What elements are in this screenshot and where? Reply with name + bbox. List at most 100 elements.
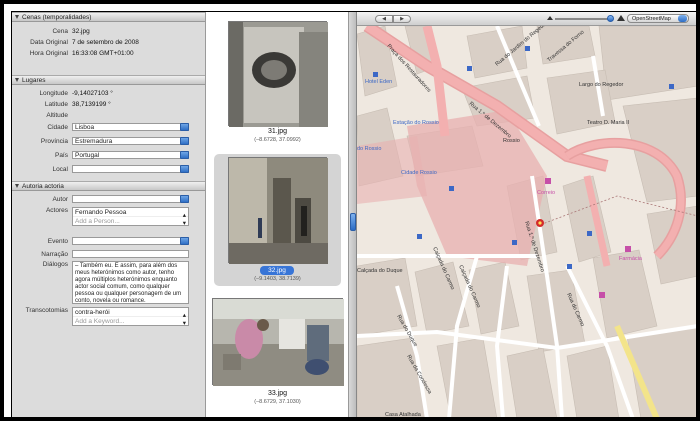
map-label-rossio-2: Rossio xyxy=(503,138,520,144)
cena-row: Cena 32.jpg xyxy=(12,26,205,36)
transcotomias-value: contra-herói xyxy=(73,308,188,317)
combo-arrow-icon[interactable] xyxy=(180,165,189,173)
local-row: Local xyxy=(12,164,205,174)
photo-32-image xyxy=(229,158,328,264)
map-label-duque: Calçada do Duque xyxy=(357,268,403,274)
actores-row: Actores Fernando Pessoa Add a Person... … xyxy=(12,207,205,227)
cidade-label: Cidade xyxy=(47,123,68,131)
provincia-combo[interactable]: Estremadura xyxy=(72,137,189,145)
combo-arrow-icon[interactable] xyxy=(180,151,189,159)
pais-value: Portugal xyxy=(75,151,100,159)
section-autoria-title: Autoria actoria xyxy=(22,182,64,190)
provincia-label: Província xyxy=(40,137,68,145)
thumbnail-32-coords: (–9.1403, 38.7139) xyxy=(254,276,301,282)
section-cenas-header[interactable]: Cenas (temporalidades) xyxy=(12,12,205,22)
zoom-out-icon[interactable] xyxy=(547,16,553,20)
app-window: Cenas (temporalidades) Cena 32.jpg Data … xyxy=(11,11,697,418)
autor-combo[interactable] xyxy=(72,195,189,203)
cidade-combo[interactable]: Lisboa xyxy=(72,123,189,131)
latitude-row: Latitude 38,7139199 ° xyxy=(12,99,205,109)
section-lugares-header[interactable]: Lugares xyxy=(12,75,205,85)
cidade-row: Cidade Lisboa xyxy=(12,122,205,132)
latitude-value: 38,7139199 ° xyxy=(72,100,111,108)
narracao-label: Narração xyxy=(41,250,68,258)
latitude-label: Latitude xyxy=(44,100,68,108)
thumbnail-31[interactable] xyxy=(228,21,328,127)
map-forward-button[interactable]: ▶ xyxy=(393,15,411,23)
map-label-eden: Hotel Eden xyxy=(365,79,392,85)
map-label-cidade-rossio: Cidade Rossio xyxy=(401,170,437,176)
zoom-slider[interactable] xyxy=(555,18,613,20)
pais-combo[interactable]: Portugal xyxy=(72,151,189,159)
splitter-handle[interactable] xyxy=(350,213,356,231)
autor-label: Autor xyxy=(52,195,68,203)
data-original-row: Data Original 7 de setembro de 2008 xyxy=(12,37,205,47)
evento-row: Evento xyxy=(12,236,205,246)
hora-original-label: Hora Original xyxy=(29,49,68,57)
section-cenas-title: Cenas (temporalidades) xyxy=(22,13,92,21)
transcotomias-row: Transcotomias contra-herói Add a Keyword… xyxy=(12,307,205,327)
actores-token-field[interactable]: Fernando Pessoa Add a Person... ▴ ▾ xyxy=(72,207,189,227)
dialogos-textarea[interactable]: – Também eu. E assim, para além dos meus… xyxy=(72,261,189,304)
longitude-value: -9,14027103 ° xyxy=(72,89,113,97)
stepper-icon[interactable]: ▴ ▾ xyxy=(183,211,186,227)
combo-arrow-icon[interactable] xyxy=(180,195,189,203)
disclosure-triangle-icon[interactable] xyxy=(15,15,19,19)
dialogos-label: Diálogos xyxy=(42,261,68,268)
thumbnail-32-caption: 32.jpg xyxy=(260,266,294,275)
pais-row: País Portugal xyxy=(12,150,205,160)
combo-arrow-icon[interactable] xyxy=(180,237,189,245)
combo-arrow-icon[interactable] xyxy=(180,123,189,131)
evento-combo[interactable] xyxy=(72,237,189,245)
map-label-atalaia: Casa Atalhada xyxy=(385,412,422,418)
cena-value: 32.jpg xyxy=(72,27,90,35)
map-canvas[interactable]: Hotel Eden Praça dos Restauradores Rua d… xyxy=(357,26,696,418)
map-toolbar: ◀ ▶ OpenStreetMap xyxy=(357,12,696,26)
evento-label: Evento xyxy=(47,237,68,245)
narracao-field[interactable] xyxy=(72,250,189,258)
map-type-select[interactable]: OpenStreetMap xyxy=(627,14,689,23)
map-label-estacao: Estação do Rossio xyxy=(393,120,439,126)
altitude-label: Altitude xyxy=(46,111,68,119)
section-autoria-header[interactable]: Autoria actoria xyxy=(12,181,205,191)
thumbnail-32[interactable] xyxy=(228,157,328,264)
zoom-in-icon[interactable] xyxy=(617,15,625,21)
map-back-button[interactable]: ◀ xyxy=(375,15,393,23)
stepper-icon[interactable]: ▴ ▾ xyxy=(183,311,186,327)
actores-placeholder[interactable]: Add a Person... xyxy=(73,217,188,226)
section-lugares-title: Lugares xyxy=(22,76,46,84)
map-label-regedor: Largo do Regedor xyxy=(579,82,624,88)
thumbnail-33-coords: (–8.6729, 37.1030) xyxy=(254,399,301,405)
provincia-row: Província Estremadura xyxy=(12,136,205,146)
longitude-row: Longitude -9,14027103 ° xyxy=(12,88,205,98)
select-arrow-icon[interactable] xyxy=(678,15,687,22)
local-combo[interactable] xyxy=(72,165,189,173)
altitude-row: Altitude xyxy=(12,110,205,120)
transcotomias-token-field[interactable]: contra-herói Add a Keyword... ▴ ▾ xyxy=(72,307,189,327)
disclosure-triangle-icon[interactable] xyxy=(15,78,19,82)
zoom-slider-knob[interactable] xyxy=(607,15,614,22)
map-label-correio: Correio xyxy=(537,190,555,196)
map-label-rossio: do Rossio xyxy=(357,146,381,152)
cidade-value: Lisboa xyxy=(75,123,95,131)
pane-splitter[interactable] xyxy=(349,12,357,417)
transcotomias-label: Transcotomias xyxy=(25,307,68,314)
dialogos-row: Diálogos – Também eu. E assim, para além… xyxy=(12,261,205,305)
photo-33-image xyxy=(213,299,344,386)
combo-arrow-icon[interactable] xyxy=(180,137,189,145)
data-original-value: 7 de setembro de 2008 xyxy=(72,38,139,46)
map-label-farmacia: Farmácia xyxy=(619,256,643,262)
thumbnail-33[interactable] xyxy=(212,298,344,386)
thumbnail-31-caption: 31.jpg xyxy=(267,128,288,135)
provincia-value: Estremadura xyxy=(75,137,113,145)
thumbnail-browser: 31.jpg (–8.6728, 37.0992) 32.jpg (–9.140… xyxy=(206,12,349,417)
map-type-value: OpenStreetMap xyxy=(632,16,671,22)
street-map: Hotel Eden Praça dos Restauradores Rua d… xyxy=(357,26,696,418)
screenshot-frame: Cenas (temporalidades) Cena 32.jpg Data … xyxy=(0,0,700,421)
disclosure-triangle-icon[interactable] xyxy=(15,184,19,188)
photo-31-image xyxy=(229,22,328,127)
transcotomias-placeholder[interactable]: Add a Keyword... xyxy=(73,317,188,326)
hora-original-value: 16:33:08 GMT+01:00 xyxy=(72,49,134,57)
thumbnail-33-caption: 33.jpg xyxy=(267,390,288,397)
longitude-label: Longitude xyxy=(39,89,68,97)
